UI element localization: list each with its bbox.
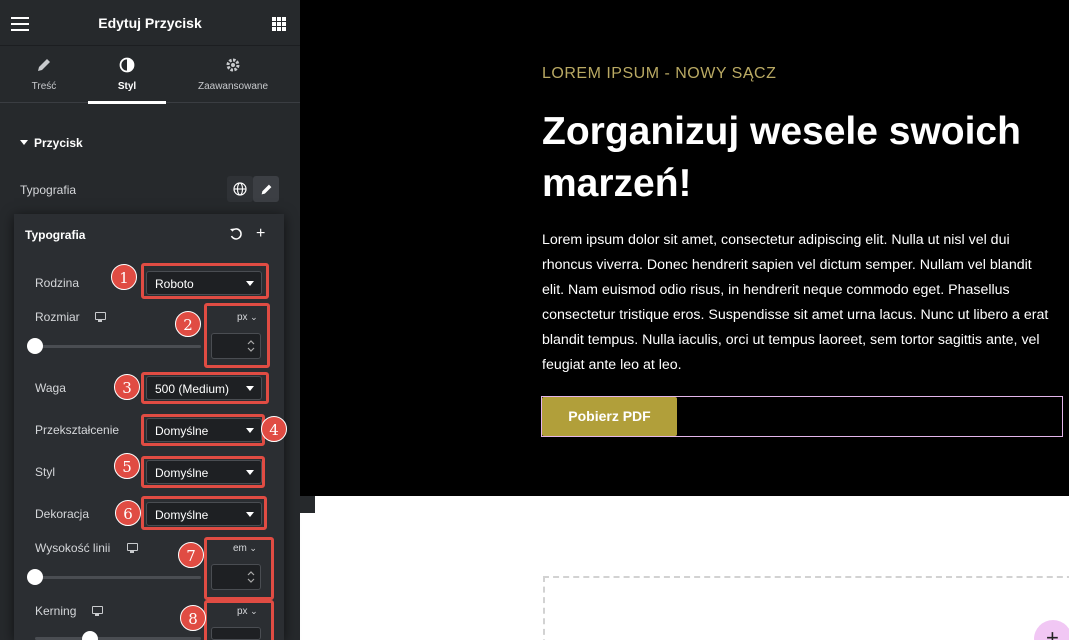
- apps-grid-icon[interactable]: [272, 17, 286, 31]
- tab-label: Zaawansowane: [197, 81, 269, 92]
- font-weight-select[interactable]: 500 (Medium): [146, 376, 262, 400]
- line-height-input[interactable]: [211, 564, 261, 590]
- annotation-badge: 6: [115, 500, 141, 526]
- spinner-icon[interactable]: [247, 339, 255, 353]
- annotation-badge: 8: [180, 605, 206, 631]
- line-height-unit-select[interactable]: em: [233, 543, 257, 554]
- section-toggle-przycisk[interactable]: Przycisk: [20, 136, 83, 150]
- pencil-icon: [38, 59, 50, 71]
- download-pdf-button[interactable]: Pobierz PDF: [542, 397, 677, 436]
- select-value: Roboto: [155, 277, 194, 291]
- section-title: Przycisk: [34, 136, 83, 150]
- size-slider-handle[interactable]: [27, 338, 43, 354]
- font-family-select[interactable]: Roboto: [146, 271, 262, 295]
- dropdown-arrow-icon: [246, 281, 254, 286]
- dropdown-arrow-icon: [246, 386, 254, 391]
- desktop-icon[interactable]: [95, 312, 106, 322]
- gear-icon: [226, 58, 240, 72]
- select-value: 500 (Medium): [155, 382, 230, 396]
- text-transform-select[interactable]: Domyślne: [146, 418, 262, 442]
- tab-content[interactable]: Treść: [0, 46, 88, 103]
- tab-advanced[interactable]: Zaawansowane: [190, 46, 276, 103]
- annotation-badge: 3: [114, 374, 140, 400]
- popover-title: Typografia: [25, 228, 86, 242]
- reset-icon[interactable]: [229, 227, 243, 241]
- annotation-badge: 7: [178, 542, 204, 568]
- kerning-label: Kerning: [35, 604, 77, 618]
- edit-pencil-icon[interactable]: [253, 176, 279, 202]
- annotation-badge: 2: [175, 311, 201, 337]
- family-label: Rodzina: [35, 276, 80, 290]
- size-unit-select[interactable]: px: [237, 312, 258, 323]
- spinner-icon[interactable]: [247, 570, 255, 584]
- globe-icon[interactable]: [227, 176, 253, 202]
- empty-section-dropzone[interactable]: [543, 576, 1069, 640]
- desktop-icon[interactable]: [127, 543, 138, 553]
- line-height-label: Wysokość linii: [35, 541, 111, 555]
- kerning-slider-handle[interactable]: [82, 631, 98, 640]
- select-value: Domyślne: [155, 424, 209, 438]
- select-value: Domyślne: [155, 466, 209, 480]
- size-input[interactable]: [211, 333, 261, 359]
- size-label: Rozmiar: [35, 310, 80, 324]
- panel-header: Edytuj Przycisk: [0, 0, 300, 46]
- decoration-label: Dekoracja: [35, 507, 90, 521]
- annotation-badge: 5: [114, 453, 140, 479]
- tab-style[interactable]: Styl: [88, 46, 166, 104]
- annotation-badge: 1: [111, 264, 137, 290]
- text-decoration-select[interactable]: Domyślne: [146, 502, 262, 526]
- half-circle-icon: [119, 57, 135, 73]
- line-height-slider-handle[interactable]: [27, 569, 43, 585]
- dropdown-arrow-icon: [246, 470, 254, 475]
- desktop-icon[interactable]: [92, 606, 103, 616]
- caret-down-icon: [20, 140, 28, 145]
- line-height-slider-track[interactable]: [35, 576, 201, 579]
- transform-label: Przekształcenie: [35, 423, 120, 437]
- font-style-select[interactable]: Domyślne: [146, 460, 262, 484]
- annotation-badge: 4: [261, 416, 287, 442]
- tab-label: Styl: [117, 81, 137, 92]
- select-value: Domyślne: [155, 508, 209, 522]
- dropdown-arrow-icon: [246, 512, 254, 517]
- plus-icon[interactable]: +: [256, 226, 265, 242]
- panel-title: Edytuj Przycisk: [98, 15, 202, 31]
- size-slider-track[interactable]: [35, 345, 201, 348]
- panel-tabs: Treść Styl Zaawansowane: [0, 46, 300, 104]
- dropdown-arrow-icon: [246, 428, 254, 433]
- kerning-input[interactable]: [211, 627, 261, 640]
- eyebrow-text: LOREM IPSUM - NOWY SĄCZ: [542, 65, 777, 82]
- style-label: Styl: [35, 465, 56, 479]
- typography-label: Typografia: [20, 183, 77, 197]
- editor-panel: Edytuj Przycisk Treść Styl Zaawansowane: [0, 0, 300, 640]
- hero-headline: Zorganizuj wesele swoich marzeń!: [542, 110, 1021, 205]
- hero-body-text: Lorem ipsum dolor sit amet, consectetur …: [542, 232, 1049, 373]
- kerning-unit-select[interactable]: px: [237, 606, 258, 617]
- tab-label: Treść: [31, 81, 57, 92]
- weight-label: Waga: [35, 381, 66, 395]
